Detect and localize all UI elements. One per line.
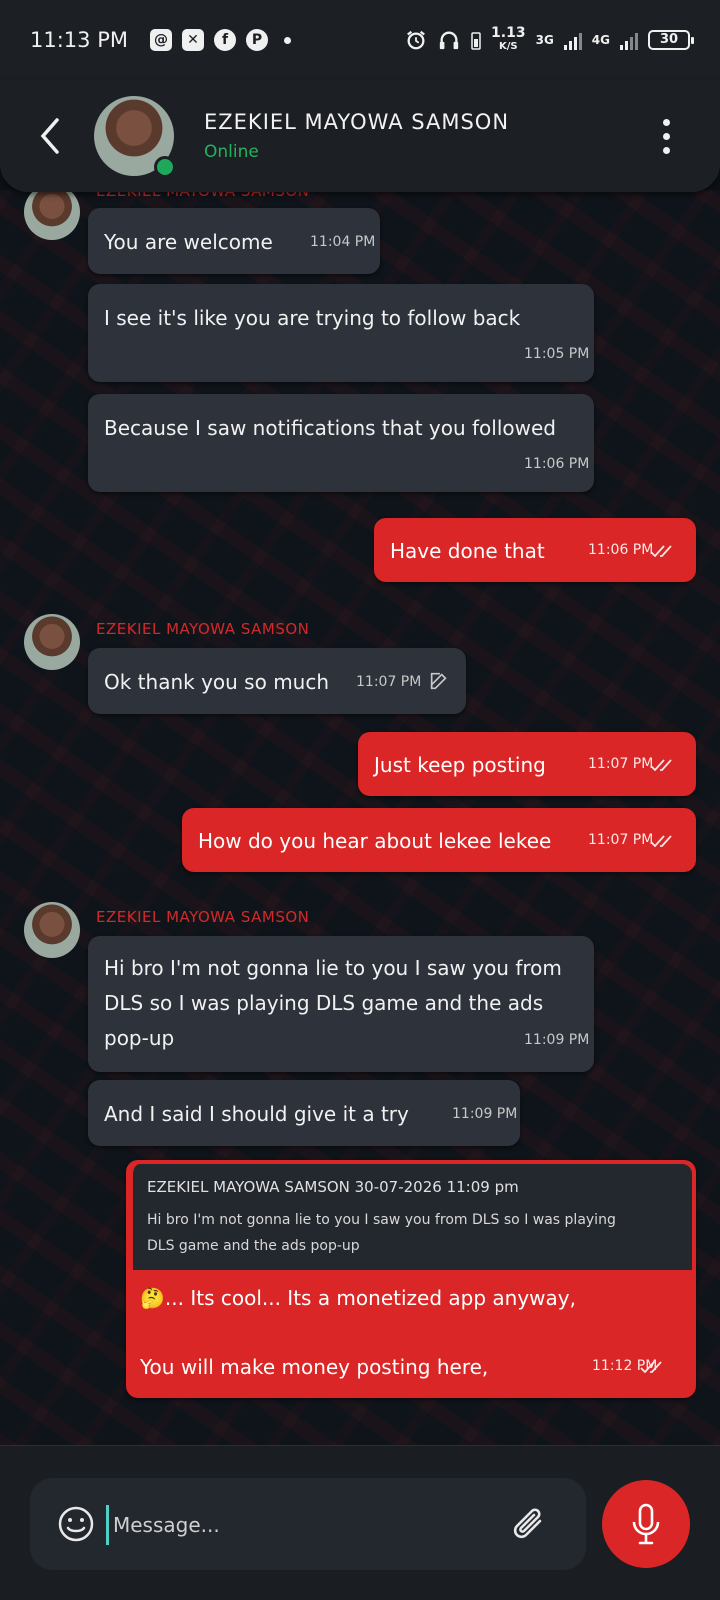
message-bubble-incoming[interactable]: Hi bro I'm not gonna lie to you I saw yo… (88, 936, 594, 1072)
contact-info[interactable]: EZEKIEL MAYOWA SAMSON Online (204, 110, 509, 162)
message-time: 11:09 PM (452, 1106, 518, 1122)
message-bubble-incoming[interactable]: And I said I should give it a try 11:09 … (88, 1080, 520, 1146)
double-check-icon (640, 1361, 662, 1374)
message-text-line: Hi bro I'm not gonna lie to you I saw yo… (104, 956, 562, 980)
more-options-button[interactable] (656, 118, 676, 154)
quoted-message[interactable]: EZEKIEL MAYOWA SAMSON 30-07-2026 11:09 p… (130, 1164, 692, 1270)
message-text: And I said I should give it a try (104, 1102, 409, 1126)
message-text-line: DLS so I was playing DLS game and the ad… (104, 991, 544, 1015)
contact-avatar[interactable] (94, 96, 176, 178)
message-bubble-outgoing-reply[interactable]: EZEKIEL MAYOWA SAMSON 30-07-2026 11:09 p… (126, 1160, 696, 1398)
message-text-line: 🤔... Its cool... Its a monetized app any… (140, 1286, 576, 1310)
threads-icon: @ (149, 29, 172, 51)
quoted-header: EZEKIEL MAYOWA SAMSON 30-07-2026 11:09 p… (147, 1178, 519, 1196)
double-check-icon (650, 545, 672, 558)
emoji-button[interactable] (56, 1504, 96, 1544)
more-notifications-dot-icon (283, 36, 291, 44)
double-check-icon (650, 835, 672, 848)
message-time: 11:06 PM (524, 456, 590, 472)
message-bubble-outgoing[interactable]: How do you hear about lekee lekee 11:07 … (182, 808, 696, 872)
message-text-line: You will make money posting here, (140, 1355, 489, 1379)
message-list[interactable]: EZEKIEL MAYOWA SAMSON You are welcome 11… (0, 182, 720, 1430)
message-bubble-incoming[interactable]: Ok thank you so much 11:07 PM (88, 648, 466, 714)
message-time: 11:07 PM (588, 832, 654, 848)
message-bubble-incoming[interactable]: Because I saw notifications that you fol… (88, 394, 594, 492)
signal-4g-icon (620, 30, 638, 50)
message-text: Ok thank you so much (104, 670, 330, 694)
contact-status: Online (204, 142, 259, 162)
message-time: 11:07 PM (356, 674, 422, 690)
message-time: 11:07 PM (588, 756, 654, 772)
sender-name: EZEKIEL MAYOWA SAMSON (96, 620, 310, 638)
chevron-left-icon (40, 118, 59, 154)
message-text: Just keep posting (374, 753, 546, 777)
quoted-text-line: DLS game and the ads pop-up (147, 1238, 360, 1254)
sender-avatar[interactable] (24, 902, 80, 958)
message-text: Have done that (390, 539, 545, 563)
status-bar: 11:13 PM @ ✕ f P 1.13 K/S 3G 4G 30 (0, 0, 720, 80)
paperclip-icon (513, 1508, 542, 1539)
network-4g-label: 4G (591, 33, 610, 47)
signal-3g-icon (563, 30, 582, 50)
more-dot-icon (662, 118, 670, 126)
message-bubble-incoming[interactable]: I see it's like you are trying to follow… (88, 284, 594, 382)
chat-header: EZEKIEL MAYOWA SAMSON Online (0, 80, 720, 192)
quoted-text-line: Hi bro I'm not gonna lie to you I saw yo… (147, 1212, 616, 1228)
attach-button[interactable] (510, 1503, 550, 1547)
sender-avatar[interactable] (24, 614, 80, 670)
message-time: 11:06 PM (588, 542, 654, 558)
sender-name: EZEKIEL MAYOWA SAMSON (96, 908, 310, 926)
headphones-icon (439, 31, 459, 50)
pinterest-icon: P (245, 29, 268, 51)
back-button[interactable] (20, 106, 80, 166)
message-text: Because I saw notifications that you fol… (104, 416, 556, 440)
message-time: 11:04 PM (310, 234, 376, 250)
status-time: 11:13 PM (30, 28, 128, 52)
message-input[interactable] (106, 1505, 496, 1545)
alarm-icon (407, 30, 425, 50)
message-text: How do you hear about lekee lekee (198, 829, 552, 853)
sender-avatar[interactable] (24, 184, 80, 240)
message-time: 11:09 PM (524, 1032, 590, 1048)
headphone-battery-icon (471, 32, 481, 50)
message-text-line: pop-up (104, 1026, 175, 1050)
more-dot-icon (662, 132, 670, 140)
message-bubble-outgoing[interactable]: Just keep posting 11:07 PM (358, 732, 696, 796)
message-bubble-incoming[interactable]: You are welcome 11:04 PM (88, 208, 380, 274)
edited-pencil-icon (430, 672, 447, 690)
message-text: You are welcome (104, 230, 273, 254)
voice-record-button[interactable] (602, 1480, 690, 1568)
online-indicator (154, 156, 176, 178)
more-dot-icon (662, 146, 670, 154)
facebook-icon: f (213, 29, 236, 51)
contact-name: EZEKIEL MAYOWA SAMSON (204, 110, 510, 134)
capcut-icon: ✕ (181, 29, 204, 51)
network-speed: 1.13 K/S (491, 25, 526, 52)
network-3g-label: 3G (535, 33, 554, 47)
message-bubble-outgoing[interactable]: Have done that 11:06 PM (374, 518, 696, 582)
smiley-icon (58, 1506, 94, 1542)
double-check-icon (650, 759, 672, 772)
battery-icon: 30 (648, 30, 694, 50)
message-text: I see it's like you are trying to follow… (104, 306, 521, 330)
message-time: 11:05 PM (524, 346, 590, 362)
microphone-icon (632, 1503, 660, 1545)
